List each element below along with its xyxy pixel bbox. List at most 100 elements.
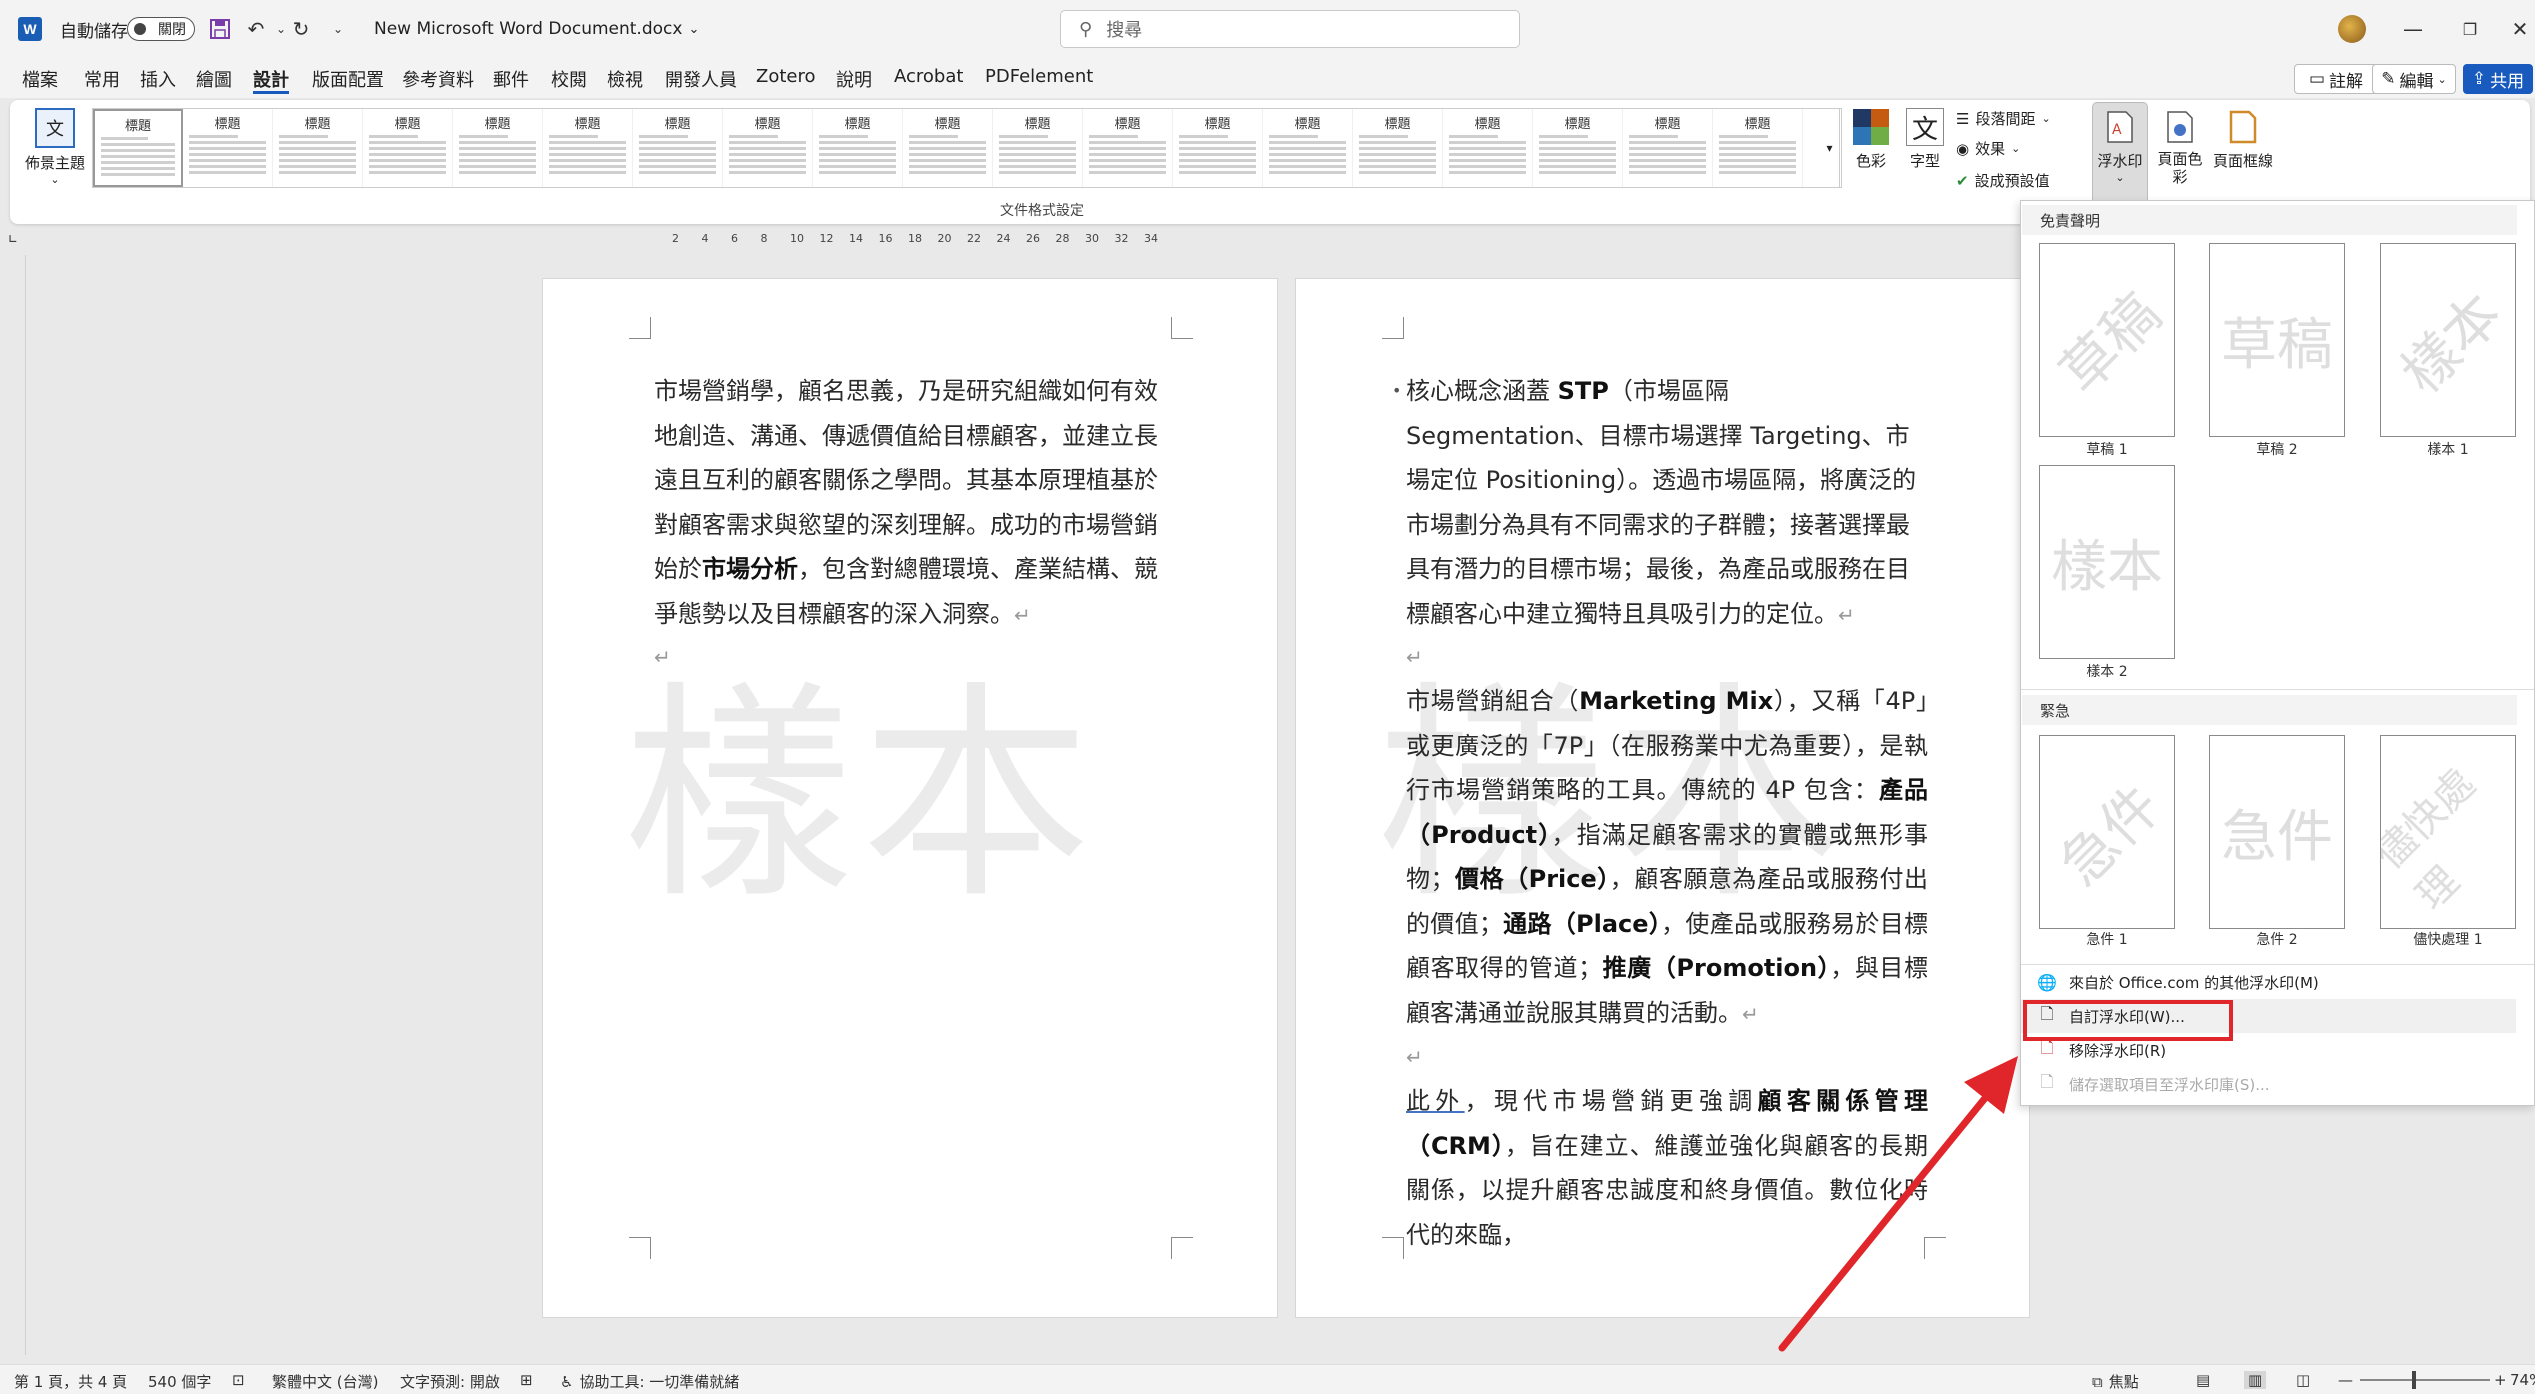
paragraph-text: （市場區隔 Segmentation、目標市場選擇 Targeting、市場定位… bbox=[1406, 377, 1917, 628]
save-selection-to-gallery-item[interactable]: 🗋 儲存選取項目至浮水印庫(S)... bbox=[2021, 1067, 2516, 1101]
watermark-option-sample-2[interactable]: 樣本 bbox=[2039, 465, 2175, 659]
style-set-thumbnail[interactable]: 標題 bbox=[183, 109, 273, 187]
tab-draw[interactable]: 繪圖 bbox=[196, 66, 232, 94]
page-borders-button[interactable]: 頁面框線 bbox=[2210, 108, 2276, 171]
checkmark-icon: ✔ bbox=[1956, 171, 1969, 190]
style-preview-line bbox=[1269, 141, 1346, 144]
tab-design[interactable]: 設計 bbox=[253, 66, 289, 94]
style-set-thumbnail[interactable]: 標題 bbox=[813, 109, 903, 187]
more-watermarks-online-item[interactable]: 🌐 來自於 Office.com 的其他浮水印(M) bbox=[2021, 965, 2516, 999]
web-layout-icon[interactable]: ◫ bbox=[2296, 1371, 2310, 1389]
search-input[interactable]: ⚲ 搜尋 bbox=[1060, 10, 1520, 48]
style-set-thumbnail[interactable]: 標題 bbox=[1623, 109, 1713, 187]
style-set-thumbnail[interactable]: 標題 bbox=[453, 109, 543, 187]
customize-toolbar-icon[interactable]: ⌄ bbox=[325, 16, 351, 42]
tab-references[interactable]: 參考資料 bbox=[402, 66, 474, 94]
undo-icon[interactable]: ↶ bbox=[243, 16, 269, 42]
tab-view[interactable]: 檢視 bbox=[607, 66, 643, 94]
tab-acrobat[interactable]: Acrobat bbox=[894, 66, 963, 94]
zoom-in-button[interactable]: + bbox=[2494, 1371, 2507, 1389]
paragraph-mark: ↵ bbox=[1838, 602, 1855, 627]
zoom-out-button[interactable]: — bbox=[2338, 1371, 2353, 1389]
read-mode-icon[interactable]: ▤ bbox=[2196, 1371, 2210, 1389]
watermark-button-content[interactable]: A 浮水印 ⌄ bbox=[2092, 108, 2148, 184]
vertical-ruler[interactable] bbox=[8, 255, 26, 1355]
minimize-icon[interactable]: — bbox=[2393, 10, 2433, 48]
track-icon[interactable]: ⊞ bbox=[520, 1371, 533, 1389]
document-page-2[interactable]: 樣本 • 核心概念涵蓋 STP（市場區隔 Segmentation、目標市場選擇… bbox=[1295, 278, 2030, 1318]
text-prediction-status[interactable]: 文字預測: 開啟 bbox=[400, 1371, 500, 1392]
paragraph-spacing-button[interactable]: ☰ 段落間距 ⌄ bbox=[1956, 108, 2051, 129]
word-count[interactable]: 540 個字 bbox=[148, 1371, 211, 1392]
document-page-1[interactable]: 樣本 市場營銷學，顧名思義，乃是研究組織如何有效地創造、溝通、傳遞價值給目標顧客… bbox=[542, 278, 1278, 1318]
page-count[interactable]: 第 1 頁，共 4 頁 bbox=[14, 1371, 127, 1392]
language-indicator[interactable]: 繁體中文 (台灣) bbox=[272, 1371, 378, 1392]
share-button[interactable]: ⇪ 共用 bbox=[2463, 64, 2533, 94]
maximize-icon[interactable]: ❐ bbox=[2450, 10, 2490, 48]
focus-button[interactable]: ⧉ 焦點 bbox=[2092, 1371, 2139, 1392]
set-as-default-button[interactable]: ✔ 設成預設值 bbox=[1956, 170, 2050, 191]
status-bar: 第 1 頁，共 4 頁 540 個字 ⊡ 繁體中文 (台灣) 文字預測: 開啟 … bbox=[0, 1364, 2535, 1394]
tab-zotero[interactable]: Zotero bbox=[756, 66, 816, 94]
tab-review[interactable]: 校閱 bbox=[551, 66, 587, 94]
fonts-button[interactable]: 文 字型 bbox=[1902, 108, 1948, 171]
autosave-toggle[interactable]: 關閉 bbox=[127, 17, 195, 41]
watermark-option-asap-1[interactable]: 儘快處理 bbox=[2380, 735, 2516, 929]
watermark-option-draft-1[interactable]: 草稿 bbox=[2039, 243, 2175, 437]
style-set-thumbnail[interactable]: 標題 bbox=[1443, 109, 1533, 187]
style-preview-line bbox=[1629, 147, 1706, 150]
tab-developer[interactable]: 開發人員 bbox=[665, 66, 737, 94]
body-paragraph[interactable]: 市場營銷組合（Marketing Mix），又稱「4P」或更廣泛的「7P」（在服… bbox=[1406, 679, 1928, 1036]
tab-mailings[interactable]: 郵件 bbox=[493, 66, 529, 94]
style-set-title: 標題 bbox=[1204, 117, 1231, 132]
style-set-thumbnail[interactable]: 標題 bbox=[1713, 109, 1803, 187]
tab-home[interactable]: 常用 bbox=[84, 66, 120, 94]
zoom-slider[interactable] bbox=[2360, 1379, 2490, 1381]
page-color-button[interactable]: 頁面色彩 bbox=[2154, 108, 2206, 186]
accessibility-status[interactable]: ♿ 協助工具: 一切準備就緒 bbox=[560, 1371, 739, 1392]
fonts-icon: 文 bbox=[1906, 108, 1944, 146]
tab-file[interactable]: 檔案 bbox=[22, 66, 58, 94]
gallery-more-button[interactable]: ▾ bbox=[1818, 108, 1842, 188]
effects-button[interactable]: ◉ 效果 ⌄ bbox=[1956, 138, 2020, 159]
watermark-option-sample-1[interactable]: 樣本 bbox=[2380, 243, 2516, 437]
style-set-thumbnail[interactable]: 標題 bbox=[903, 109, 993, 187]
proofing-icon[interactable]: ⊡ bbox=[232, 1371, 245, 1389]
tab-insert[interactable]: 插入 bbox=[140, 66, 176, 94]
document-title[interactable]: New Microsoft Word Document.docx ⌄ bbox=[374, 0, 699, 58]
body-paragraph[interactable]: 市場營銷學，顧名思義，乃是研究組織如何有效地創造、溝通、傳遞價值給目標顧客，並建… bbox=[654, 369, 1164, 637]
style-set-thumbnail[interactable]: 標題 bbox=[1533, 109, 1623, 187]
editing-button[interactable]: ✎ 編輯 ⌄ bbox=[2372, 64, 2456, 94]
style-set-thumbnail[interactable]: 標題 bbox=[1263, 109, 1353, 187]
zoom-slider-thumb[interactable] bbox=[2412, 1371, 2416, 1389]
style-set-thumbnail[interactable]: 標題 bbox=[633, 109, 723, 187]
close-icon[interactable]: ✕ bbox=[2500, 10, 2535, 48]
colors-button[interactable]: 色彩 bbox=[1848, 108, 1894, 171]
style-set-thumbnail[interactable]: 標題 bbox=[1353, 109, 1443, 187]
redo-icon[interactable]: ↻ bbox=[288, 16, 314, 42]
tab-selector[interactable]: ∟ bbox=[8, 232, 22, 246]
body-paragraph[interactable]: • 核心概念涵蓋 STP（市場區隔 Segmentation、目標市場選擇 Ta… bbox=[1392, 369, 1926, 637]
themes-button[interactable]: 文 佈景主題 ⌄ bbox=[22, 108, 88, 204]
style-set-thumbnail[interactable]: 標題 bbox=[1173, 109, 1263, 187]
tab-help[interactable]: 說明 bbox=[836, 66, 872, 94]
save-icon[interactable] bbox=[207, 16, 233, 42]
style-set-thumbnail[interactable]: 標題 bbox=[723, 109, 813, 187]
style-set-thumbnail[interactable]: 標題 bbox=[363, 109, 453, 187]
body-paragraph[interactable]: 此外，現代市場營銷更強調顧客關係管理（CRM），旨在建立、維護並強化與顧客的長期… bbox=[1406, 1079, 1928, 1257]
style-set-thumbnail[interactable]: 標題 bbox=[1083, 109, 1173, 187]
zoom-level[interactable]: 74% bbox=[2510, 1371, 2535, 1389]
style-set-thumbnail[interactable]: 標題 bbox=[993, 109, 1083, 187]
watermark-option-urgent-1[interactable]: 急件 bbox=[2039, 735, 2175, 929]
tab-layout[interactable]: 版面配置 bbox=[312, 66, 384, 94]
style-set-thumbnail[interactable]: 標題 bbox=[273, 109, 363, 187]
avatar[interactable] bbox=[2338, 15, 2366, 43]
watermark-option-draft-2[interactable]: 草稿 bbox=[2209, 243, 2345, 437]
comments-button[interactable]: ▭ 註解 bbox=[2294, 64, 2378, 94]
watermark-option-urgent-2[interactable]: 急件 bbox=[2209, 735, 2345, 929]
horizontal-ruler[interactable]: 2 4 6 8 10 12 14 16 18 20 22 24 26 28 30 32 34 bbox=[650, 228, 1170, 250]
tab-pdfelement[interactable]: PDFelement bbox=[985, 66, 1093, 94]
style-set-thumbnail[interactable]: 標題 bbox=[93, 109, 183, 187]
style-set-thumbnail[interactable]: 標題 bbox=[543, 109, 633, 187]
print-layout-icon[interactable]: ▥ bbox=[2244, 1371, 2267, 1389]
